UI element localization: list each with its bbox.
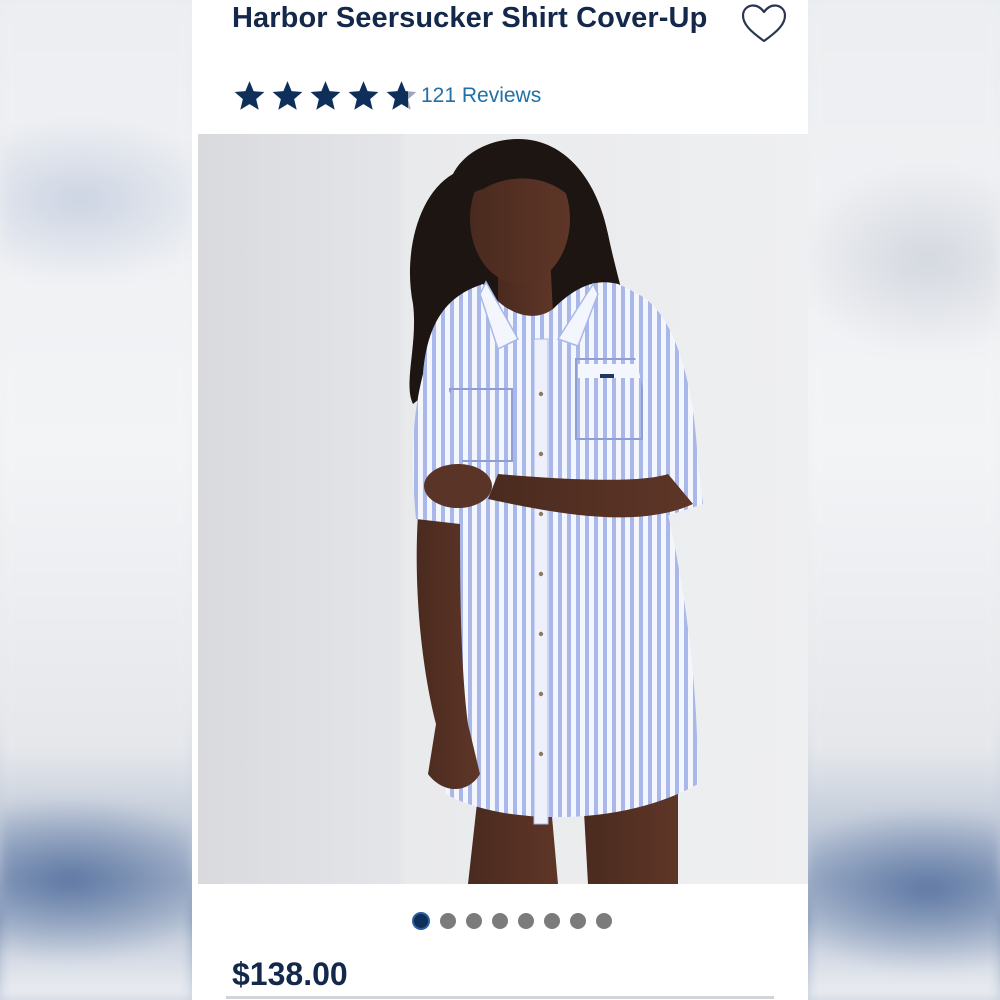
- rating-summary: 121 Reviews: [232, 78, 541, 114]
- carousel-dot[interactable]: [440, 913, 456, 929]
- carousel-dot[interactable]: [544, 913, 560, 929]
- partial-star-icon: [386, 81, 417, 110]
- carousel-dot-active[interactable]: [412, 912, 430, 930]
- product-title: Harbor Seersucker Shirt Cover-Up: [232, 2, 708, 34]
- product-detail-panel: Harbor Seersucker Shirt Cover-Up 121 Rev…: [192, 0, 808, 1000]
- carousel-dot[interactable]: [518, 913, 534, 929]
- star-icon: [272, 81, 303, 110]
- carousel-dot[interactable]: [492, 913, 508, 929]
- star-icon: [234, 81, 265, 110]
- star-rating: [232, 79, 419, 113]
- star-icon: [310, 81, 341, 110]
- reviews-link[interactable]: 121 Reviews: [421, 84, 541, 108]
- heart-outline-icon: [741, 4, 787, 43]
- wishlist-button[interactable]: [740, 2, 788, 46]
- carousel-dot[interactable]: [570, 913, 586, 929]
- product-photo-illustration: [409, 139, 703, 884]
- right-blurred-backdrop: [808, 0, 1000, 1000]
- divider: [226, 996, 774, 999]
- product-image[interactable]: [198, 134, 808, 884]
- product-price: $138.00: [232, 956, 348, 992]
- carousel-pagination: [412, 912, 612, 930]
- carousel-dot[interactable]: [596, 913, 612, 929]
- star-icon: [348, 81, 379, 110]
- carousel-dot[interactable]: [466, 913, 482, 929]
- left-blurred-backdrop: [0, 0, 192, 1000]
